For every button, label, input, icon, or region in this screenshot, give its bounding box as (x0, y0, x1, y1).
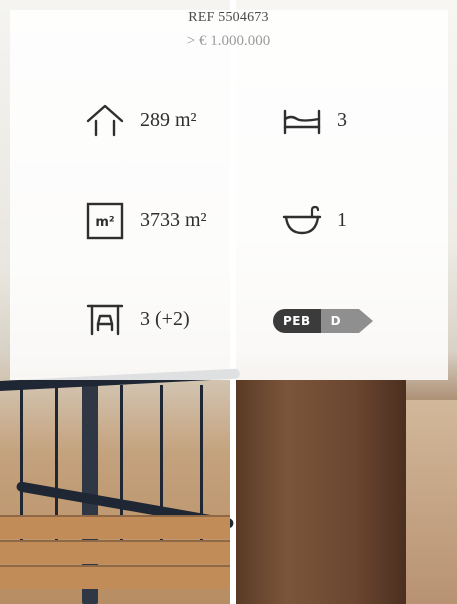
floor-area (406, 400, 457, 604)
living-area-value: 289 m² (140, 109, 197, 131)
wooden-door (236, 380, 406, 604)
stair-step (0, 565, 230, 589)
feature-bathrooms: 1 (279, 197, 347, 243)
price: > € 1.000.000 (186, 33, 271, 49)
bed-icon (279, 97, 325, 143)
bathrooms-value: 1 (337, 209, 347, 231)
stair-step (0, 540, 230, 564)
feature-garage: 3 (+2) (82, 296, 190, 342)
land-area-value: 3733 m² (140, 209, 207, 231)
peb-rating: D (320, 309, 373, 333)
bathtub-icon (279, 197, 325, 243)
land-area-icon: m² (82, 197, 128, 243)
stair-step (0, 515, 230, 539)
feature-land-area: m² 3733 m² (82, 197, 207, 243)
feature-living-area: 289 m² (82, 97, 197, 143)
property-card-page: REF 5504673 > € 1.000.000 289 m² 3 m² 37… (0, 0, 457, 604)
peb-label: PEB (273, 309, 321, 333)
garage-car-icon (82, 296, 128, 342)
garage-value: 3 (+2) (140, 308, 190, 330)
land-area-icon-label: m² (95, 215, 114, 230)
house-icon (82, 97, 128, 143)
reference-number: REF 5504673 (188, 10, 269, 25)
peb-badge-icon: PEB D (273, 309, 373, 333)
feature-bedrooms: 3 (279, 97, 347, 143)
bedrooms-value: 3 (337, 109, 347, 131)
info-card (10, 10, 448, 380)
